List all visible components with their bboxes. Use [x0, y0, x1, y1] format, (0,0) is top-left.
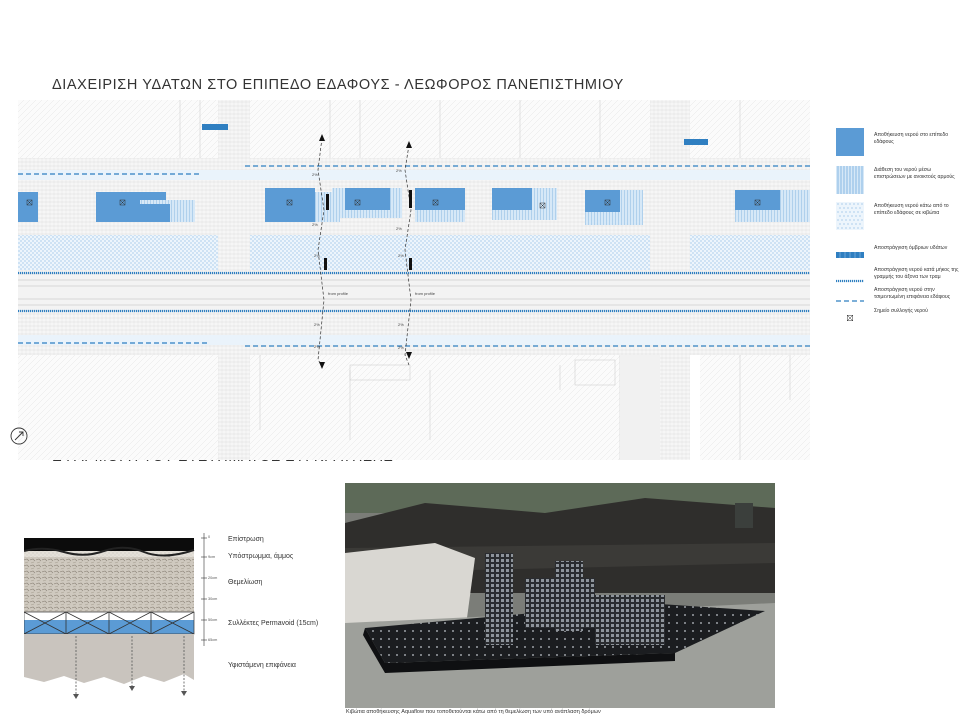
layer-label: Συλλέκτες Permavoid (15cm) [228, 620, 319, 627]
dotted-line-swatch [836, 279, 864, 283]
slope-label: 2% [398, 253, 404, 258]
legend-item [836, 202, 864, 235]
layer-label: Θεμελίωση [228, 579, 263, 586]
channel-swatch [836, 252, 864, 258]
depth-label: 20cm [208, 576, 218, 580]
legend-label: Σημείο συλλογής νερού [874, 308, 928, 314]
legend-item [836, 270, 864, 288]
depth-label: 0 [208, 535, 211, 539]
depth-label: 9cm [208, 555, 216, 559]
dashed-line-swatch [836, 300, 864, 302]
storage-swatch [836, 128, 864, 156]
collection-point-icon [847, 315, 853, 321]
slope-label: 2% [398, 322, 404, 327]
legend-label: Αποθήκευση νερού κάτω από το επίπεδο εδά… [874, 203, 949, 216]
slope-label: 2% [396, 226, 402, 231]
depth-label: 50cm [208, 618, 218, 622]
slope-label: 2% [312, 172, 318, 177]
legend-label: Διάθεση του νερού μέσω επιστρώσεων με αν… [874, 167, 955, 180]
aquaflow-photo [345, 483, 775, 708]
legend-item [836, 166, 864, 199]
slope-label: 2% [312, 222, 318, 227]
profile-label: from profile [328, 291, 349, 296]
legend-item [836, 128, 864, 161]
legend-label: Αποστράγγιση όμβριων υδάτων [874, 245, 948, 251]
layer-label: Υφιστάμενη επιφάνεια [228, 662, 296, 669]
depth-label: 65cm [208, 638, 218, 642]
layer-label: Υπόστρωμμα, άμμος [228, 553, 294, 560]
street-plan: 2% 2% 2% 2% 2% 2% 2% 2% 2% 2% from profi… [18, 100, 810, 460]
depth-label: 30cm [208, 597, 218, 601]
plan-title: ΔΙΑΧΕΙΡΙΣΗ ΥΔΑΤΩΝ ΣΤΟ ΕΠΙΠΕΔΟ ΕΔΑΦΟΥΣ - … [52, 77, 624, 93]
photo-caption: Κιβώτια αποθήκευσης Aquaflow που τοποθετ… [346, 709, 601, 715]
slope-label: 2% [314, 253, 320, 258]
legend-item [836, 290, 864, 308]
profile-label: from profile [415, 291, 436, 296]
legend-label: Αποθήκευση νερού στο επίπεδο εδάφους [874, 132, 949, 145]
legend-label: Αποστράγγιση νερού κατά μήκος της γραμμή… [874, 267, 959, 280]
slope-label: 2% [398, 345, 404, 350]
underground-swatch [836, 202, 864, 230]
diffusion-swatch [836, 166, 864, 194]
slope-label: 2% [396, 168, 402, 173]
legend-label: Αποστράγγιση νερού στην τσιμεντωμένη επι… [874, 287, 951, 300]
layer-label: Επίστρωση [228, 536, 264, 543]
layer-section [24, 533, 207, 699]
legend-item [836, 245, 864, 263]
north-arrow-icon [10, 427, 28, 445]
slope-label: 2% [314, 322, 320, 327]
legend-item [847, 308, 853, 326]
slope-label: 2% [314, 344, 320, 349]
